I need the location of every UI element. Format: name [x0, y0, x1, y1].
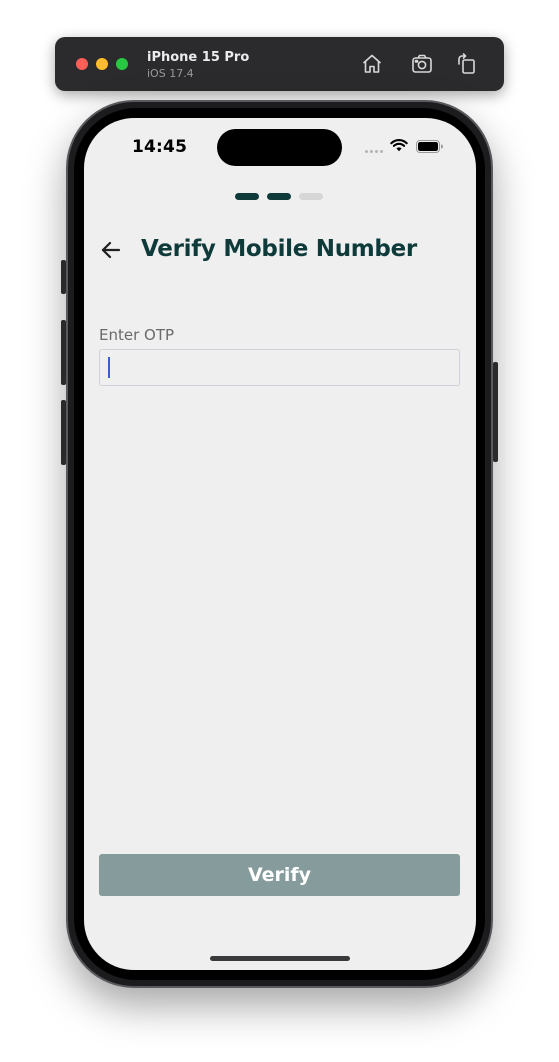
simulator-toolbar: iPhone 15 Pro iOS 17.4 — [55, 37, 504, 91]
page-title: Verify Mobile Number — [141, 236, 417, 262]
close-window-button[interactable] — [76, 58, 88, 70]
status-time: 14:45 — [132, 137, 188, 157]
minimize-window-button[interactable] — [96, 58, 108, 70]
back-button[interactable] — [98, 237, 124, 263]
verify-button[interactable]: Verify — [99, 854, 460, 896]
arrow-left-icon — [101, 241, 121, 259]
cellular-signal-icon — [365, 150, 385, 154]
otp-label: Enter OTP — [99, 326, 175, 344]
screenshot-icon[interactable] — [410, 52, 434, 76]
step-1-indicator — [235, 193, 259, 200]
zoom-window-button[interactable] — [116, 58, 128, 70]
dynamic-island — [217, 129, 342, 166]
step-3-indicator — [299, 193, 323, 200]
home-icon[interactable] — [360, 52, 384, 76]
home-indicator[interactable] — [210, 956, 350, 961]
device-name: iPhone 15 Pro — [147, 50, 250, 65]
otp-input[interactable] — [99, 349, 460, 386]
device-os-version: iOS 17.4 — [147, 67, 194, 80]
wifi-icon — [390, 139, 408, 152]
power-button — [493, 362, 498, 462]
step-2-indicator — [267, 193, 291, 200]
battery-icon — [416, 140, 443, 153]
text-caret — [108, 357, 110, 378]
app-screen: 14:45 Verify Mobile Number Enter OTP Ver… — [84, 118, 476, 970]
rotate-icon[interactable] — [455, 52, 479, 76]
